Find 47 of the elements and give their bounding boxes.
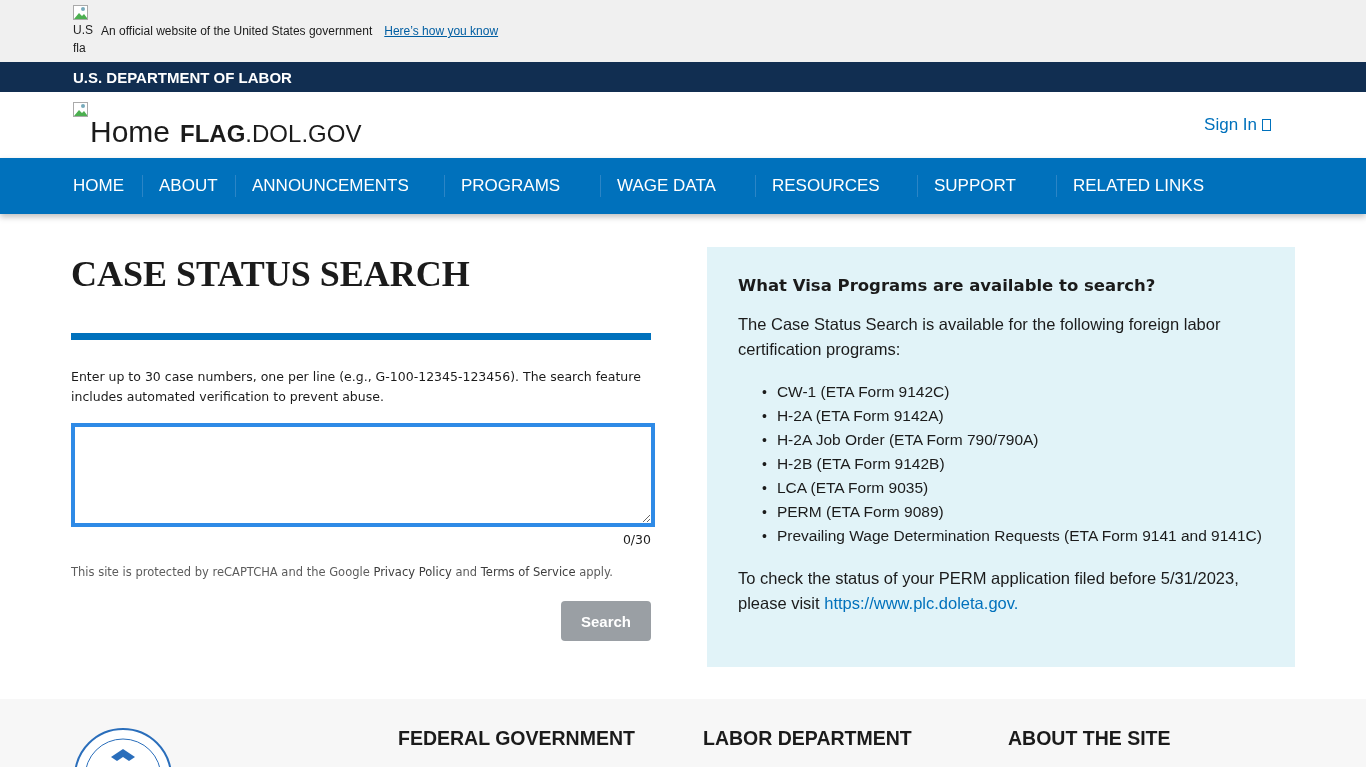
sign-in-link[interactable]: Sign In [1204, 115, 1271, 135]
perm-note: To check the status of your PERM application filed before 5/31/2023, please visit https://www.plc.doleta.gov. [738, 568, 1240, 614]
nav-item[interactable]: ABOUT [142, 175, 235, 197]
page-title: CASE STATUS SEARCH [71, 253, 471, 295]
agency-title: U.S. DEPARTMENT OF LABOR [73, 68, 292, 86]
program-item: H-2A Job Order (ETA Form 790/790A) [776, 430, 1039, 450]
program-item: H-2B (ETA Form 9142B) [776, 454, 945, 474]
plc-link[interactable]: https://www.plc.doleta.gov. [824, 594, 1019, 612]
program-item: LCA (ETA Form 9035) [776, 478, 929, 498]
recaptcha-notice: This site is protected by reCAPTCHA and the Google Privacy Policy and Terms of Service apply. [71, 565, 614, 579]
footer-heading: FEDERAL GOVERNMENT [398, 727, 636, 751]
logo-alt-text[interactable]: Home [90, 118, 171, 146]
nav-item[interactable]: RELATED LINKS [1056, 175, 1216, 197]
bullet: • [762, 383, 767, 402]
nav-item[interactable]: ANNOUNCEMENTS [235, 175, 444, 197]
footer-heading: LABOR DEPARTMENT [703, 727, 913, 751]
character-counter: 0/30 [621, 532, 651, 547]
bullet: • [762, 479, 767, 498]
privacy-policy-link[interactable]: Privacy Policy [373, 565, 452, 579]
program-item: Prevailing Wage Determination Requests (ETA Form 9141 and 9141C) [776, 526, 1262, 546]
bullet: • [762, 455, 767, 474]
footer-heading: ABOUT THE SITE [1008, 727, 1172, 751]
info-intro: The Case Status Search is available for the following foreign labor certification programs: [738, 314, 1222, 360]
site-name[interactable]: FLAG.DOL.GOV [180, 120, 362, 148]
program-item: CW-1 (ETA Form 9142C) [776, 382, 950, 402]
nav-item[interactable]: HOME [73, 175, 142, 197]
info-title: What Visa Programs are available to search? [738, 276, 1157, 295]
flag-alt-text: U.S [73, 22, 93, 39]
bullet: • [762, 527, 767, 546]
program-item: PERM (ETA Form 9089) [776, 502, 944, 522]
bullet: • [762, 503, 767, 522]
missing-glyph-icon [1262, 119, 1271, 131]
how-you-know-link[interactable]: Here’s how you know [384, 24, 499, 38]
bullet: • [762, 407, 767, 426]
case-numbers-field[interactable] [71, 423, 655, 527]
broken-image-icon [73, 5, 89, 21]
nav-item[interactable]: RESOURCES [755, 175, 917, 197]
instructions-text: Enter up to 30 case numbers, one per line (e.g., G-100-12345-123456). The search feature includes automated verification to prevent abuse. [71, 368, 642, 406]
broken-image-icon [73, 102, 89, 118]
nav-item[interactable]: WAGE DATA [600, 175, 755, 197]
flag-alt-text: fla [73, 40, 87, 57]
nav-item[interactable]: SUPPORT [917, 175, 1056, 197]
bullet: • [762, 431, 767, 450]
nav-item[interactable]: PROGRAMS [444, 175, 600, 197]
terms-link[interactable]: Terms of Service [480, 565, 576, 579]
program-item: H-2A (ETA Form 9142A) [776, 406, 944, 426]
official-site-text: An official website of the United States government [101, 24, 373, 38]
